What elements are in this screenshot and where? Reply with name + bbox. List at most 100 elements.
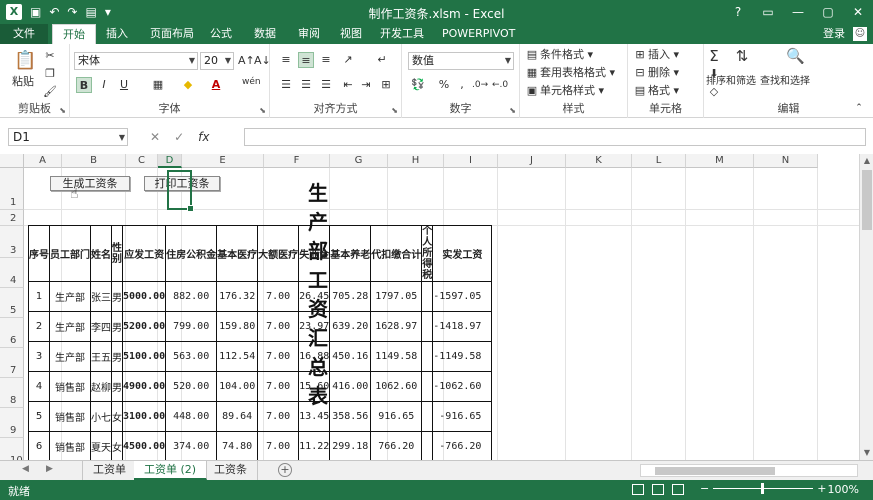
table-cell[interactable]: 男 — [111, 281, 123, 312]
table-cell[interactable]: 89.64 — [216, 401, 259, 432]
name-box[interactable]: D1 ▼ — [8, 128, 128, 146]
row-header[interactable]: 8 — [0, 378, 24, 408]
table-cell[interactable]: -1149.58 — [432, 341, 493, 372]
table-cell[interactable]: 1628.97 — [370, 311, 423, 342]
table-cell[interactable]: 416.00 — [329, 371, 372, 402]
phonetic-icon[interactable]: wén — [242, 74, 261, 90]
table-cell[interactable]: 26.45 — [298, 281, 331, 312]
table-cell[interactable]: 358.56 — [329, 401, 372, 432]
table-cell[interactable]: 生产部 — [49, 341, 91, 372]
header-cell[interactable]: 基本医疗 — [216, 225, 259, 282]
table-cell[interactable]: 450.16 — [329, 341, 372, 372]
borders-icon[interactable]: ▦ — [150, 77, 166, 93]
decrease-font-icon[interactable]: A↓ — [254, 53, 271, 69]
row-header[interactable]: 1 — [0, 168, 24, 210]
table-cell[interactable]: 1797.05 — [370, 281, 423, 312]
prev-sheet-icon[interactable]: ◀ — [22, 464, 29, 474]
zoom-out-button[interactable]: − — [700, 482, 709, 495]
table-cell[interactable]: 159.80 — [216, 311, 259, 342]
merge-center-icon[interactable]: ⊞ — [378, 77, 394, 93]
delete-button[interactable]: ⊟ 删除 ▾ — [632, 65, 679, 81]
zoom-slider[interactable] — [713, 483, 814, 494]
table-cell[interactable]: 639.20 — [329, 311, 372, 342]
table-cell[interactable]: 销售部 — [49, 371, 91, 402]
table-cell[interactable]: 夏天 — [90, 431, 112, 460]
header-cell[interactable]: 实发工资 — [432, 225, 493, 282]
increase-font-icon[interactable]: A↑ — [238, 53, 255, 69]
header-cell[interactable]: 员工部门 — [49, 225, 91, 282]
cell-styles-button[interactable]: ▣ 单元格样式 ▾ — [524, 83, 604, 99]
table-cell[interactable]: 男 — [111, 371, 123, 402]
header-cell[interactable]: 姓名 — [90, 225, 112, 282]
format-as-table-button[interactable]: ▦ 套用表格格式 ▾ — [524, 65, 615, 81]
table-cell[interactable]: 882.00 — [165, 281, 218, 312]
table-cell[interactable]: -1062.60 — [432, 371, 493, 402]
table-cell[interactable]: 男 — [111, 311, 123, 342]
next-sheet-icon[interactable]: ▶ — [46, 464, 53, 474]
table-cell[interactable]: 11.22 — [298, 431, 331, 460]
table-cell[interactable]: 916.65 — [370, 401, 423, 432]
font-launcher-icon[interactable]: ⬊ — [259, 106, 266, 115]
table-cell[interactable] — [421, 401, 434, 432]
table-cell[interactable]: 赵柳 — [90, 371, 112, 402]
table-cell[interactable]: 生产部 — [49, 281, 91, 312]
table-cell[interactable]: 23.97 — [298, 311, 331, 342]
tab-developer[interactable]: 开发工具 — [370, 24, 434, 44]
table-cell[interactable]: 104.00 — [216, 371, 259, 402]
add-sheet-button[interactable]: + — [278, 463, 292, 477]
percent-button[interactable]: % — [436, 77, 452, 93]
find-select-button[interactable]: 查找和选择 — [760, 74, 810, 90]
conditional-format-button[interactable]: ▤ 条件格式 ▾ — [524, 47, 593, 63]
increase-decimal-icon[interactable]: .0→ — [472, 77, 488, 93]
help-icon[interactable]: ? — [723, 0, 753, 24]
table-cell[interactable] — [421, 281, 434, 312]
table-cell[interactable]: 5 — [28, 401, 50, 432]
column-header-e[interactable]: E — [182, 154, 264, 168]
table-cell[interactable]: 16.88 — [298, 341, 331, 372]
comma-button[interactable]: , — [454, 77, 470, 93]
bold-button[interactable]: B — [76, 77, 92, 93]
account-icon[interactable]: ☺ — [853, 27, 867, 41]
column-header-g[interactable]: G — [330, 154, 388, 168]
table-cell[interactable]: 3 — [28, 341, 50, 372]
table-cell[interactable]: 5100.00 — [121, 341, 167, 372]
row-header[interactable]: 3 — [0, 226, 24, 258]
insert-button[interactable]: ⊞ 插入 ▾ — [632, 47, 679, 63]
number-launcher-icon[interactable]: ⬊ — [509, 106, 516, 115]
table-cell[interactable]: 705.28 — [329, 281, 372, 312]
column-header-l[interactable]: L — [632, 154, 686, 168]
table-cell[interactable]: 1 — [28, 281, 50, 312]
row-header[interactable]: 7 — [0, 348, 24, 378]
column-header-n[interactable]: N — [754, 154, 818, 168]
row-header[interactable]: 10 — [0, 438, 24, 460]
table-cell[interactable] — [421, 341, 434, 372]
table-cell[interactable]: 7.00 — [257, 431, 300, 460]
table-cell[interactable]: 448.00 — [165, 401, 218, 432]
tab-review[interactable]: 审阅 — [288, 24, 330, 44]
table-cell[interactable]: 7.00 — [257, 371, 300, 402]
collapse-ribbon-icon[interactable]: ⌃ — [851, 100, 867, 116]
header-cell[interactable]: 个人所得税 — [421, 225, 434, 282]
table-cell[interactable]: 1062.60 — [370, 371, 423, 402]
horizontal-scrollbar[interactable] — [640, 464, 858, 477]
sort-filter-icon[interactable]: ⇅ — [734, 48, 750, 64]
autosum-icon[interactable]: Σ — [706, 48, 722, 64]
table-cell[interactable]: 张三 — [90, 281, 112, 312]
table-cell[interactable]: 7.00 — [257, 281, 300, 312]
table-cell[interactable]: 7.00 — [257, 311, 300, 342]
tab-data[interactable]: 数据 — [244, 24, 286, 44]
enter-icon[interactable]: ✓ — [174, 130, 184, 144]
orientation-icon[interactable]: ↗ — [340, 52, 356, 68]
tab-file[interactable]: 文件 — [0, 24, 48, 44]
header-cell[interactable]: 住房公积金 — [165, 225, 218, 282]
align-top-icon[interactable]: ≡ — [278, 52, 294, 68]
table-cell[interactable]: 女 — [111, 431, 123, 460]
table-cell[interactable]: 15.60 — [298, 371, 331, 402]
table-cell[interactable]: 1149.58 — [370, 341, 423, 372]
table-cell[interactable]: 799.00 — [165, 311, 218, 342]
align-center-icon[interactable]: ☰ — [298, 77, 314, 93]
minimize-icon[interactable]: — — [783, 0, 813, 24]
scroll-down-icon[interactable]: ▼ — [860, 446, 873, 460]
generate-payslip-button[interactable]: 生成工资条 — [50, 176, 130, 191]
table-cell[interactable]: 销售部 — [49, 401, 91, 432]
